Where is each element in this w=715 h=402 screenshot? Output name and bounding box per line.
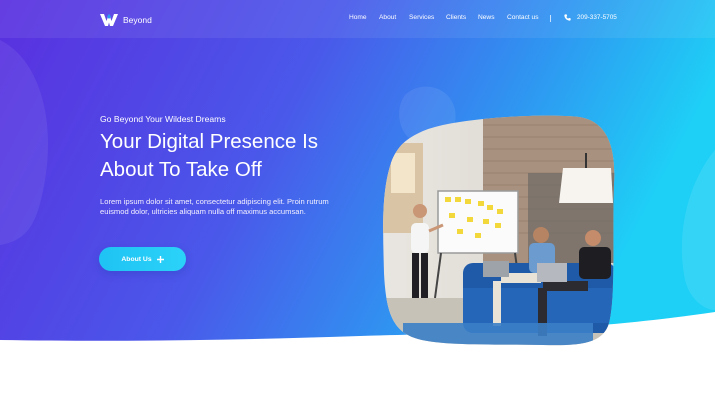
nav-item-home[interactable]: Home <box>349 14 367 21</box>
hero-title-line-2: About To Take Off <box>100 158 262 181</box>
nav-item-services[interactable]: Services <box>409 14 434 21</box>
top-navbar: Beyond Home About Services Clients News … <box>0 0 715 38</box>
nav-item-contact-us[interactable]: Contact us <box>507 14 539 21</box>
hero-description: Lorem ipsum dolor sit amet, consectetur … <box>100 197 329 217</box>
phone-number: 209-337-5705 <box>577 14 617 21</box>
team-meeting-photo <box>383 115 615 346</box>
phone-link[interactable]: 209-337-5705 <box>564 14 617 21</box>
about-us-button[interactable]: About Us <box>99 247 186 271</box>
hero-photo <box>383 113 616 346</box>
nav-item-about[interactable]: About <box>379 14 396 21</box>
hero-title-line-1: Your Digital Presence Is <box>100 130 319 153</box>
nav-item-news[interactable]: News <box>478 14 495 21</box>
hero-eyebrow: Go Beyond Your Wildest Dreams <box>100 114 226 124</box>
about-us-button-label: About Us <box>121 255 152 263</box>
plus-icon <box>156 255 164 263</box>
phone-icon <box>564 14 571 21</box>
hero-section: Beyond Home About Services Clients News … <box>0 0 715 402</box>
nav-divider <box>550 15 551 22</box>
nav-item-clients[interactable]: Clients <box>446 14 466 21</box>
hero-title: Your Digital Presence Is About To Take O… <box>100 128 380 184</box>
